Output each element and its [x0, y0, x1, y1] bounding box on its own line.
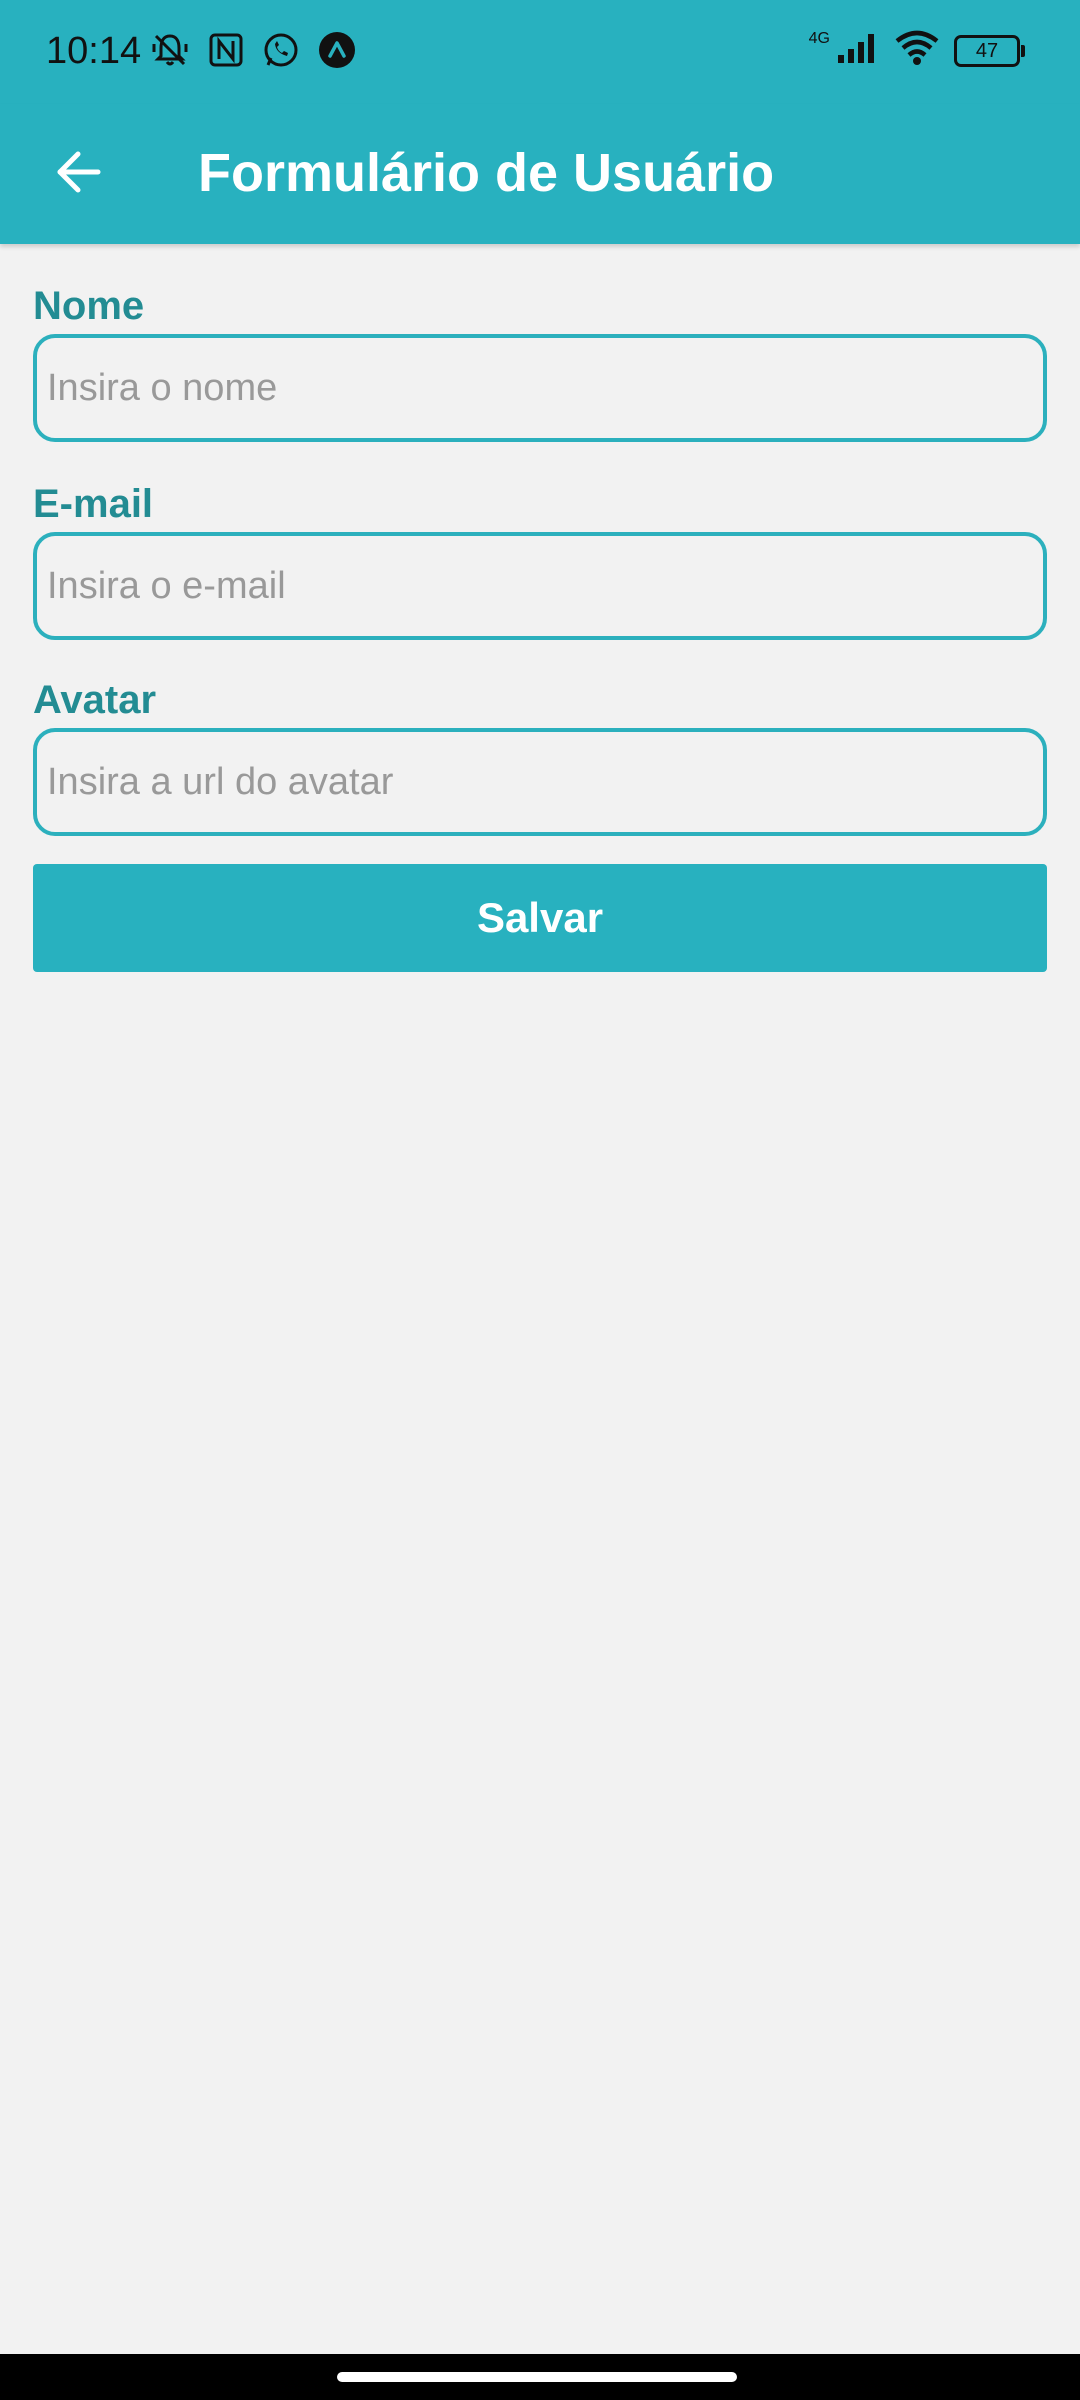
arrow-left-icon: [57, 151, 101, 193]
save-button[interactable]: Salvar: [33, 864, 1047, 972]
email-label: E-mail: [33, 482, 154, 526]
network-type: 4G: [808, 29, 830, 47]
user-form: Nome E-mail Avatar Salvar: [33, 280, 1047, 972]
email-field-group: E-mail: [33, 478, 1047, 640]
home-indicator[interactable]: [337, 2372, 737, 2382]
wifi-icon: [894, 30, 940, 71]
name-field-group: Nome: [33, 280, 1047, 442]
navigation-bar: [0, 2354, 1080, 2400]
status-time: 10:14: [46, 30, 142, 72]
avatar-input[interactable]: [33, 728, 1047, 836]
status-icons-left: [150, 30, 356, 70]
muted-notification-icon: [150, 30, 190, 70]
name-input[interactable]: [33, 334, 1047, 442]
app-bar: Formulário de Usuário: [0, 104, 1080, 244]
email-input[interactable]: [33, 532, 1047, 640]
status-bar: 10:14 4G 47: [0, 0, 1080, 104]
nfc-icon: [208, 32, 244, 68]
app-notification-icon: [318, 31, 356, 69]
status-icons-right: 4G 47: [808, 29, 1025, 71]
avatar-label: Avatar: [33, 678, 157, 722]
avatar-field-group: Avatar: [33, 674, 1047, 836]
back-button[interactable]: [40, 134, 116, 210]
signal-icon: [836, 31, 880, 70]
battery-icon: 47: [954, 34, 1025, 67]
name-label: Nome: [33, 284, 145, 328]
whatsapp-icon: [262, 31, 300, 69]
page-title: Formulário de Usuário: [198, 143, 775, 203]
